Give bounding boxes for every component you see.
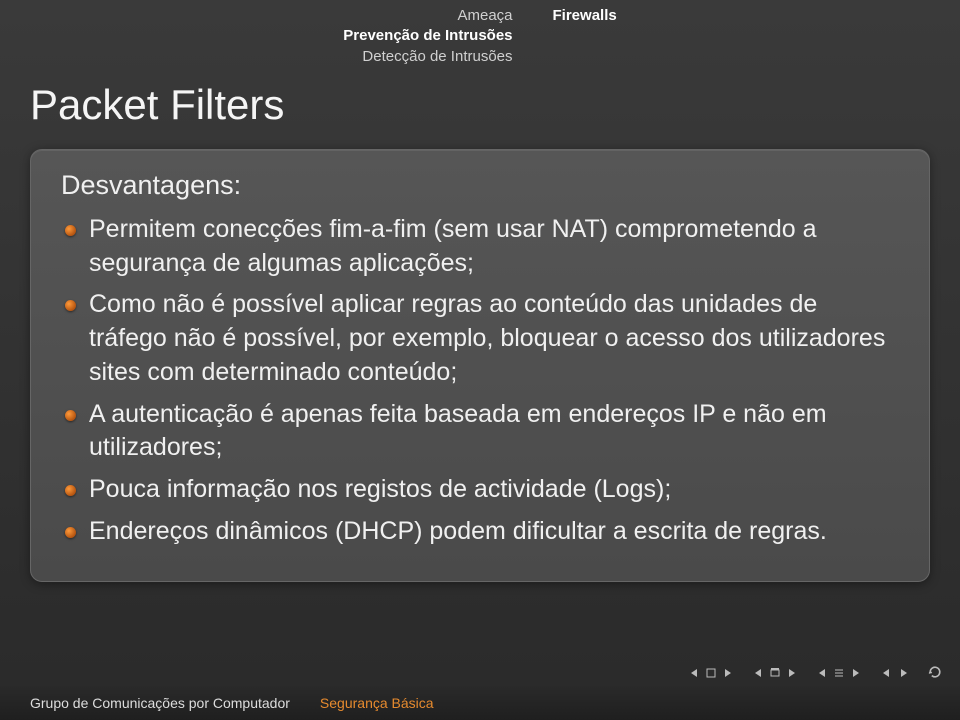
list-item: A autenticação é apenas feita baseada em… bbox=[61, 398, 899, 466]
list-item: Endereços dinâmicos (DHCP) podem dificul… bbox=[61, 515, 899, 549]
bullet-list: Permitem conecções fim-a-fim (sem usar N… bbox=[61, 213, 899, 549]
nav-item-deteccao[interactable]: Detecção de Intrusões bbox=[343, 47, 512, 67]
prev-section-button[interactable] bbox=[816, 666, 830, 680]
triangle-right-icon bbox=[850, 665, 860, 681]
nav-item-firewalls[interactable]: Firewalls bbox=[553, 6, 617, 26]
slide-header: Ameaça Prevenção de Intrusões Detecção d… bbox=[0, 0, 960, 75]
list-item: Como não é possível aplicar regras ao co… bbox=[61, 288, 899, 389]
block-title: Desvantagens: bbox=[61, 170, 899, 201]
list-item: Permitem conecções fim-a-fim (sem usar N… bbox=[61, 213, 899, 281]
list-item: Pouca informação nos registos de activid… bbox=[61, 473, 899, 507]
slide-footer: Grupo de Comunicações por Computador Seg… bbox=[0, 686, 960, 720]
section-indicator-icon bbox=[832, 666, 846, 680]
triangle-left-icon bbox=[818, 665, 828, 681]
triangle-left-icon bbox=[754, 665, 764, 681]
navigation-controls bbox=[688, 666, 942, 680]
slide-title: Packet Filters bbox=[0, 75, 960, 149]
nav-item-prevencao[interactable]: Prevenção de Intrusões bbox=[343, 26, 512, 46]
frame-indicator-icon bbox=[768, 666, 782, 680]
content-area: Desvantagens: Permitem conecções fim-a-f… bbox=[0, 149, 960, 582]
reload-button[interactable] bbox=[928, 666, 942, 680]
triangle-right-icon bbox=[898, 665, 908, 681]
slide-indicator-icon bbox=[704, 666, 718, 680]
content-block: Desvantagens: Permitem conecções fim-a-f… bbox=[30, 149, 930, 582]
next-frame-button[interactable] bbox=[784, 666, 798, 680]
footer-title: Segurança Básica bbox=[320, 695, 434, 711]
nav-frame-group bbox=[752, 666, 798, 680]
prev-slide-button[interactable] bbox=[688, 666, 702, 680]
triangle-left-icon bbox=[882, 665, 892, 681]
next-step-button[interactable] bbox=[896, 666, 910, 680]
nav-step-group bbox=[880, 666, 910, 680]
footer-author: Grupo de Comunicações por Computador bbox=[30, 695, 290, 711]
header-right-column: Firewalls bbox=[553, 6, 617, 67]
nav-section-group bbox=[816, 666, 862, 680]
next-section-button[interactable] bbox=[848, 666, 862, 680]
triangle-right-icon bbox=[786, 665, 796, 681]
nav-item-ameaca[interactable]: Ameaça bbox=[343, 6, 512, 26]
prev-frame-button[interactable] bbox=[752, 666, 766, 680]
header-left-column: Ameaça Prevenção de Intrusões Detecção d… bbox=[343, 6, 512, 67]
reload-icon bbox=[927, 664, 943, 683]
prev-step-button[interactable] bbox=[880, 666, 894, 680]
triangle-right-icon bbox=[722, 665, 732, 681]
next-slide-button[interactable] bbox=[720, 666, 734, 680]
nav-slide-group bbox=[688, 666, 734, 680]
triangle-left-icon bbox=[690, 665, 700, 681]
